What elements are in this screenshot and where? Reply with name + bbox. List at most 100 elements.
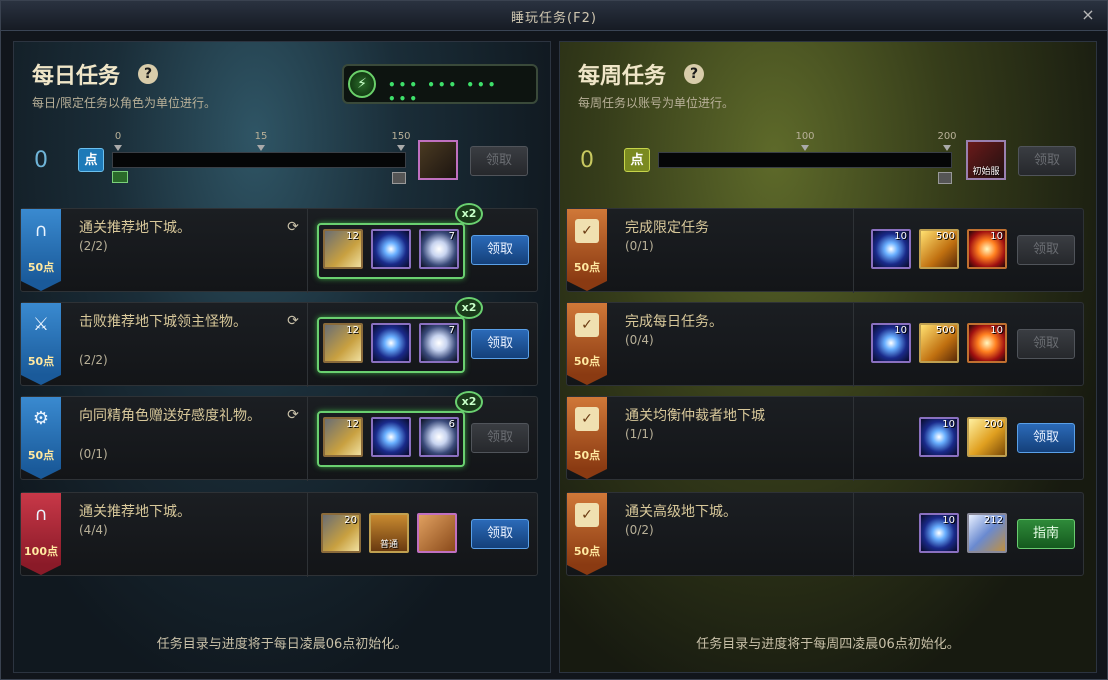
orb-reward-icon[interactable]: 10 — [919, 417, 959, 457]
double-reward-badge: x2 — [455, 203, 483, 225]
fatigue-dots: ••• ••• ••• ••• — [388, 78, 499, 106]
task-points-flag: ⚔ 50点 — [21, 303, 61, 385]
task-guide-button[interactable]: 指南 — [1017, 519, 1075, 549]
task-progress: (0/1) — [79, 447, 108, 461]
scroll-reward-icon[interactable]: 12 — [323, 323, 363, 363]
item-count: 12 — [346, 231, 359, 242]
quest-window: 睡玩任务(F2) × 每日任务 ? 每日/限定任务以角色为单位进行。 ⚡ •••… — [0, 0, 1108, 680]
scroll-reward-icon[interactable]: 12 — [323, 417, 363, 457]
fatigue-gauge: ⚡ ••• ••• ••• ••• — [342, 64, 538, 106]
tick-label: 15 — [254, 131, 268, 142]
daily-milestone-reward[interactable] — [418, 140, 458, 180]
task-points-flag: ✓ 50点 — [567, 493, 607, 575]
calendar-icon: ✓ — [575, 219, 599, 243]
orb-reward-icon[interactable] — [371, 229, 411, 269]
daily-points: 0 — [34, 148, 48, 173]
task-row: ✓ 50点 完成每日任务。 (0/4) 10 500 10 领取 — [566, 302, 1084, 387]
cube-reward-icon[interactable]: 212 — [967, 513, 1007, 553]
task-claim-button[interactable]: 领取 — [1017, 235, 1075, 265]
item-count: 10 — [942, 419, 955, 430]
item-count: 20 — [344, 515, 357, 526]
task-claim-button[interactable]: 领取 — [1017, 329, 1075, 359]
task-points: 50点 — [573, 449, 601, 462]
orb-reward-icon[interactable] — [371, 417, 411, 457]
task-points-flag: ∩ 100点 — [21, 493, 61, 575]
task-progress: (0/1) — [625, 239, 654, 253]
weekly-claim-button[interactable]: 领取 — [1018, 146, 1076, 176]
task-row: ∩ 100点 通关推荐地下城。 (4/4) 20 普通 领取 — [20, 492, 538, 577]
task-points-flag: ✓ 50点 — [567, 209, 607, 291]
gift-icon: ⚙ — [32, 408, 50, 429]
task-points-flag: ⚙ 50点 — [21, 397, 61, 479]
task-progress: (4/4) — [79, 523, 108, 537]
tick-marker — [114, 145, 122, 151]
task-name: 向同精角色赠送好感度礼物。 — [79, 408, 261, 424]
task-claim-button[interactable]: 领取 — [1017, 423, 1075, 453]
gold-reward-icon[interactable]: 500 — [919, 229, 959, 269]
title-bar[interactable]: 睡玩任务(F2) × — [1, 1, 1107, 31]
item-count: 12 — [346, 325, 359, 336]
daily-footer: 任务目录与进度将于每日凌晨06点初始化。 — [156, 637, 408, 652]
window-title: 睡玩任务(F2) — [511, 11, 597, 26]
item-count: 500 — [935, 325, 955, 336]
task-row: ∩ 50点 通关推荐地下城。 (2/2) ⟳ x2 12 7 领取 — [20, 203, 538, 293]
divider — [853, 303, 854, 387]
tick-marker — [257, 145, 265, 151]
goldbar-reward-icon[interactable]: 200 — [967, 417, 1007, 457]
item-count: 10 — [942, 515, 955, 526]
task-row: ⚙ 50点 向同精角色赠送好感度礼物。 (0/1) ⟳ x2 12 6 领取 — [20, 391, 538, 481]
scroll-reward-icon[interactable]: 20 — [321, 513, 361, 553]
task-row: ✓ 50点 完成限定任务 (0/1) 10 500 10 领取 — [566, 208, 1084, 293]
tick-label: 150 — [391, 131, 411, 142]
tick-label: 200 — [937, 131, 957, 142]
weekly-footer: 任务目录与进度将于每周四凌晨06点初始化。 — [696, 637, 960, 652]
weekly-title: 每周任务 — [578, 64, 667, 89]
divider — [307, 209, 308, 293]
orb-reward-icon[interactable]: 10 — [871, 229, 911, 269]
item-label: 普通 — [379, 540, 398, 550]
milestone-chest-icon[interactable] — [392, 172, 406, 184]
help-icon[interactable]: ? — [684, 64, 704, 84]
pearl-reward-icon[interactable]: 7 — [419, 229, 459, 269]
calendar-icon: ✓ — [575, 407, 599, 431]
daily-claim-button[interactable]: 领取 — [470, 146, 528, 176]
chest-reward-icon[interactable]: 普通 — [369, 513, 409, 553]
points-badge: 点 — [78, 148, 104, 172]
weekly-subtitle: 每周任务以账号为单位进行。 — [578, 96, 735, 110]
task-points: 50点 — [27, 261, 55, 274]
weekly-milestone-reward[interactable]: 初始服 — [966, 140, 1006, 180]
archway-icon: ∩ — [34, 504, 48, 525]
box-reward-icon[interactable] — [417, 513, 457, 553]
gold-reward-icon[interactable]: 500 — [919, 323, 959, 363]
burst-reward-icon[interactable]: 10 — [967, 323, 1007, 363]
refresh-icon[interactable]: ⟳ — [285, 219, 301, 235]
orb-reward-icon[interactable]: 10 — [871, 323, 911, 363]
orb-reward-icon[interactable]: 10 — [919, 513, 959, 553]
task-points-flag: ✓ 50点 — [567, 397, 607, 479]
tick-label: 100 — [795, 131, 815, 142]
task-name: 通关推荐地下城。 — [79, 504, 191, 520]
task-points: 50点 — [573, 355, 601, 368]
task-points: 50点 — [573, 261, 601, 274]
milestone-check-icon — [112, 171, 128, 183]
task-claim-button[interactable]: 领取 — [471, 235, 529, 265]
task-claim-button[interactable]: 领取 — [471, 423, 529, 453]
weekly-quest-panel: 每周任务 ? 每周任务以账号为单位进行。 0 点 100 200 初始服 领取 … — [559, 41, 1097, 673]
orb-reward-icon[interactable] — [371, 323, 411, 363]
task-row: ⚔ 50点 击败推荐地下城领主怪物。 (2/2) ⟳ x2 12 7 领取 — [20, 297, 538, 387]
refresh-icon[interactable]: ⟳ — [285, 313, 301, 329]
scroll-reward-icon[interactable]: 12 — [323, 229, 363, 269]
refresh-icon[interactable]: ⟳ — [285, 407, 301, 423]
close-icon[interactable]: × — [1079, 6, 1097, 24]
item-count: 12 — [346, 419, 359, 430]
help-icon[interactable]: ? — [138, 64, 158, 84]
burst-reward-icon[interactable]: 10 — [967, 229, 1007, 269]
task-claim-button[interactable]: 领取 — [471, 329, 529, 359]
pearl-reward-icon[interactable]: 6 — [419, 417, 459, 457]
divider — [853, 493, 854, 577]
pearl-reward-icon[interactable]: 7 — [419, 323, 459, 363]
task-claim-button[interactable]: 领取 — [471, 519, 529, 549]
item-count: 7 — [448, 231, 455, 242]
milestone-chest-icon[interactable] — [938, 172, 952, 184]
sword-icon: ⚔ — [32, 314, 50, 335]
